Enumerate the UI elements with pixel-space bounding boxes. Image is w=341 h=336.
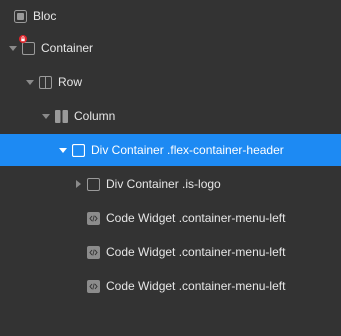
tree-item-code-widget[interactable]: Code Widget .container-menu-left bbox=[0, 202, 341, 234]
tree-item-label: Container bbox=[41, 41, 94, 55]
row-icon bbox=[39, 75, 52, 89]
tree-item-bloc[interactable]: Bloc bbox=[0, 0, 341, 32]
tree-item-code-widget[interactable]: Code Widget .container-menu-left bbox=[0, 236, 341, 268]
column-icon bbox=[55, 109, 68, 123]
tree-item-label: Code Widget .container-menu-left bbox=[106, 279, 286, 293]
bloc-icon bbox=[14, 9, 27, 23]
layers-tree: Bloc Container Row Column Div Container … bbox=[0, 0, 341, 336]
container-icon bbox=[19, 34, 35, 55]
tree-item-label: Code Widget .container-menu-left bbox=[106, 211, 286, 225]
tree-item-div-container-is-logo[interactable]: Div Container .is-logo bbox=[0, 168, 341, 200]
code-widget-icon bbox=[87, 279, 100, 293]
code-widget-icon bbox=[87, 245, 100, 259]
chevron-down-icon[interactable] bbox=[8, 43, 18, 53]
tree-item-container[interactable]: Container bbox=[0, 32, 341, 64]
tree-item-label: Column bbox=[74, 109, 116, 123]
tree-item-label: Div Container .is-logo bbox=[106, 177, 221, 191]
tree-item-label: Code Widget .container-menu-left bbox=[106, 245, 286, 259]
chevron-down-icon[interactable] bbox=[58, 145, 68, 155]
chevron-right-icon[interactable] bbox=[73, 179, 83, 189]
div-container-icon bbox=[87, 177, 100, 191]
tree-item-div-container-flex-header[interactable]: Div Container .flex-container-header bbox=[0, 134, 341, 166]
tree-item-label: Bloc bbox=[33, 9, 57, 23]
tree-item-column[interactable]: Column bbox=[0, 100, 341, 132]
div-container-icon bbox=[72, 143, 85, 157]
tree-item-row[interactable]: Row bbox=[0, 66, 341, 98]
chevron-down-icon[interactable] bbox=[25, 77, 35, 87]
chevron-down-icon[interactable] bbox=[41, 111, 51, 121]
tree-item-label: Div Container .flex-container-header bbox=[91, 143, 284, 157]
tree-item-code-widget[interactable]: Code Widget .container-menu-left bbox=[0, 270, 341, 302]
tree-item-label: Row bbox=[58, 75, 83, 89]
lock-icon bbox=[19, 34, 27, 43]
code-widget-icon bbox=[87, 211, 100, 225]
